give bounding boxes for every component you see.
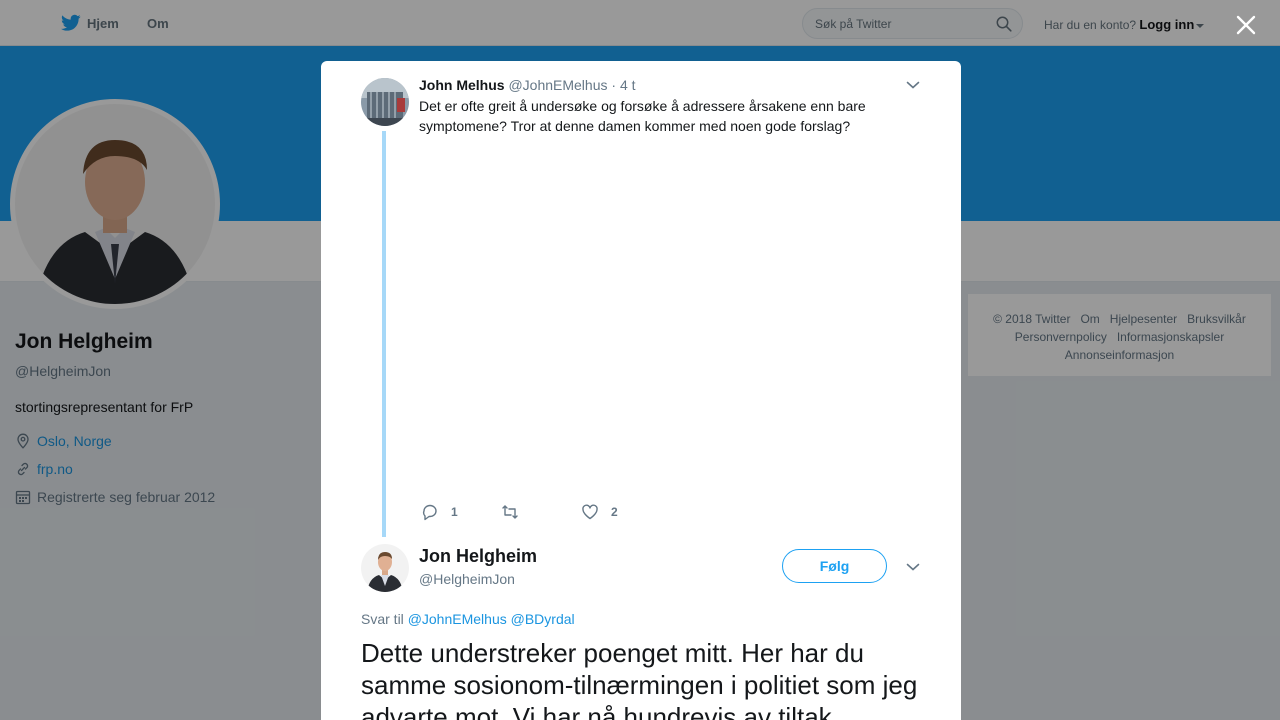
user-photo-icon xyxy=(361,544,409,592)
chevron-down-icon[interactable] xyxy=(906,80,920,90)
tweet2-text: Dette understreker poenget mitt. Her har… xyxy=(361,638,918,720)
user-photo-icon xyxy=(361,78,409,126)
tweet2-avatar[interactable] xyxy=(361,544,409,592)
tweet1-header: John Melhus @JohnEMelhus · 4 t xyxy=(419,77,636,93)
tweet2-author-name[interactable]: Jon Helgheim xyxy=(419,546,537,567)
retweet-button[interactable] xyxy=(501,503,531,521)
mention-link[interactable]: @BDyrdal xyxy=(511,611,575,627)
like-count: 2 xyxy=(611,505,618,519)
tweet-modal: John Melhus @JohnEMelhus · 4 t Det er of… xyxy=(321,61,961,720)
like-button[interactable]: 2 xyxy=(581,503,618,521)
close-icon[interactable] xyxy=(1233,12,1259,38)
reply-button[interactable]: 1 xyxy=(421,503,458,521)
reply-icon xyxy=(422,504,437,521)
reply-to-prefix: Svar til xyxy=(361,611,404,627)
follow-button[interactable]: Følg xyxy=(782,549,887,583)
tweet1-author-handle[interactable]: @JohnEMelhus xyxy=(508,77,607,93)
heart-icon xyxy=(582,504,598,520)
retweet-icon xyxy=(502,505,518,519)
chevron-down-icon[interactable] xyxy=(906,562,920,572)
mention-link[interactable]: @JohnEMelhus xyxy=(408,611,507,627)
reply-count: 1 xyxy=(451,505,458,519)
tweet1-text: Det er ofte greit å undersøke og forsøke… xyxy=(419,98,866,134)
tweet2-author-handle[interactable]: @HelgheimJon xyxy=(419,571,515,587)
tweet1-time[interactable]: · 4 t xyxy=(611,77,635,93)
tweet1-author-name[interactable]: John Melhus xyxy=(419,77,505,93)
reply-to-line: Svar til @JohnEMelhus @BDyrdal xyxy=(361,611,575,627)
tweet1-avatar[interactable] xyxy=(361,78,409,126)
thread-line xyxy=(382,131,386,537)
